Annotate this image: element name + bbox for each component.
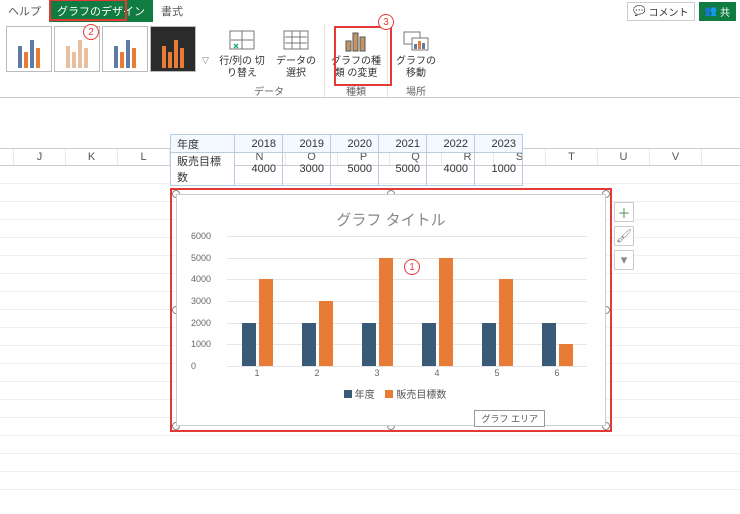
ribbon-tabs: ヘルプ グラフのデザイン 書式 💬コメント 👥共 bbox=[0, 0, 740, 22]
chart-object[interactable]: ＋ 🖌 ▾ グラフ タイトル 0100020003000400050006000… bbox=[176, 194, 606, 426]
group-label-data: データ bbox=[254, 83, 284, 98]
worksheet-area: J K L M N O P Q R S T U V 年度 20182019 20… bbox=[0, 98, 740, 490]
chart-elements-button[interactable]: ＋ bbox=[614, 202, 634, 222]
group-label-type: 種類 bbox=[346, 83, 366, 98]
change-chart-type-button[interactable]: グラフの種類 の変更 bbox=[327, 26, 385, 81]
group-label-location: 場所 bbox=[406, 83, 426, 98]
tab-chart-design[interactable]: グラフのデザイン bbox=[49, 0, 153, 22]
col-header[interactable]: J bbox=[14, 149, 66, 165]
switch-row-col-icon bbox=[228, 28, 256, 54]
annotation-circle-3: 3 bbox=[378, 14, 394, 30]
tab-help[interactable]: ヘルプ bbox=[0, 0, 49, 22]
chart-filters-button[interactable]: ▾ bbox=[614, 250, 634, 270]
chart-style-3[interactable] bbox=[102, 26, 148, 72]
change-chart-type-icon bbox=[342, 28, 370, 54]
chart-style-1[interactable] bbox=[6, 26, 52, 72]
select-data-button[interactable]: データの 選択 bbox=[270, 26, 322, 81]
col-header[interactable]: U bbox=[598, 149, 650, 165]
col-header[interactable]: K bbox=[66, 149, 118, 165]
move-chart-icon bbox=[402, 28, 430, 54]
chart-tooltip: グラフ エリア bbox=[474, 410, 545, 427]
select-data-icon bbox=[282, 28, 310, 54]
col-header[interactable]: V bbox=[650, 149, 702, 165]
chart-styles-gallery[interactable] bbox=[0, 24, 202, 97]
move-chart-button[interactable]: グラフの 移動 bbox=[390, 26, 442, 81]
annotation-circle-1: 1 bbox=[404, 259, 420, 275]
col-header[interactable]: L bbox=[118, 149, 170, 165]
chart-style-4[interactable] bbox=[150, 26, 196, 72]
chart-styles-button[interactable]: 🖌 bbox=[614, 226, 634, 246]
scroll-handle-icon[interactable]: ▽ bbox=[202, 55, 209, 66]
chart-plot-area[interactable]: 0100020003000400050006000 bbox=[227, 236, 587, 366]
tab-format[interactable]: 書式 bbox=[153, 0, 191, 22]
comments-button[interactable]: 💬コメント bbox=[627, 2, 694, 21]
chart-title[interactable]: グラフ タイトル bbox=[187, 209, 595, 230]
switch-row-col-button[interactable]: 行/列の 切り替え bbox=[216, 26, 268, 81]
annotation-circle-2: 2 bbox=[83, 24, 99, 40]
ribbon-body: ▽ 行/列の 切り替え データの 選択 データ グラフの種類 の変更 種類 bbox=[0, 22, 740, 98]
share-button[interactable]: 👥共 bbox=[699, 2, 736, 21]
chart-legend[interactable]: 年度 販売目標数 bbox=[187, 386, 595, 401]
col-header[interactable]: T bbox=[546, 149, 598, 165]
data-table[interactable]: 年度 20182019 20202021 20222023 販売目標数 4000… bbox=[170, 134, 523, 186]
